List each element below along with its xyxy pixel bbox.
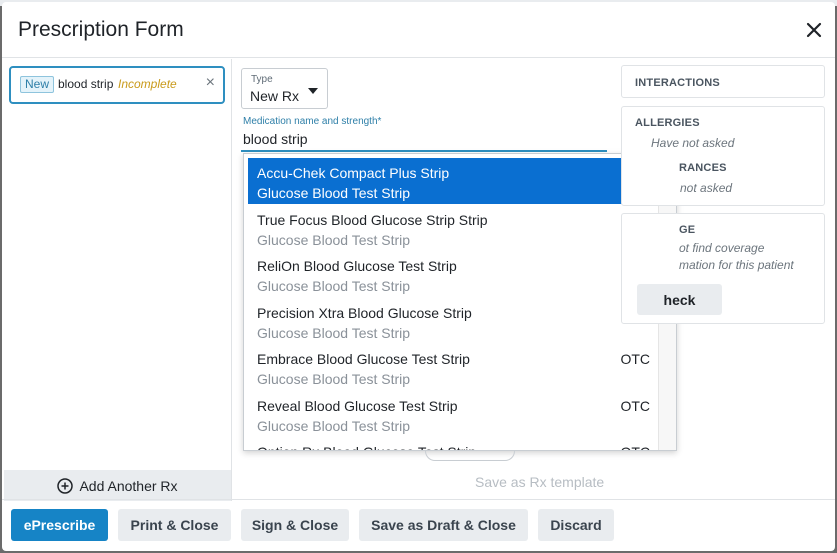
save-rx-template-link[interactable]: Save as Rx template bbox=[475, 474, 604, 490]
medication-input[interactable] bbox=[241, 128, 607, 152]
type-label: Type bbox=[251, 74, 273, 85]
plus-circle-icon bbox=[57, 477, 74, 494]
dropdown-option[interactable]: Embrace Blood Glucose Test Strip Glucose … bbox=[248, 344, 658, 390]
check-coverage-button[interactable]: heck bbox=[637, 284, 722, 315]
modal-title: Prescription Form bbox=[18, 18, 184, 41]
caret-down-icon bbox=[308, 88, 318, 94]
dropdown-option[interactable]: ReliOn Blood Glucose Test Strip Glucose B… bbox=[248, 251, 658, 297]
otc-label: OTC bbox=[620, 351, 650, 367]
discard-button[interactable]: Discard bbox=[538, 509, 614, 541]
close-button[interactable] bbox=[803, 19, 825, 41]
dropdown-option[interactable]: Option Rx Blood Glucose Test StripGlucos… bbox=[248, 437, 658, 450]
option-name: True Focus Blood Glucose Strip Strip bbox=[257, 211, 488, 228]
medication-dropdown: Accu-Chek Compact Plus Strip Glucose Bloo… bbox=[243, 153, 677, 451]
rx-tab-status: Incomplete bbox=[118, 77, 177, 91]
option-name: Option Rx Blood Glucose Test Strip bbox=[257, 444, 476, 450]
interactions-panel: INTERACTIONS bbox=[621, 65, 825, 98]
coverage-heading: GE bbox=[679, 224, 696, 236]
otc-label: OTC bbox=[620, 397, 650, 414]
close-icon bbox=[806, 22, 822, 38]
modal-header: Prescription Form bbox=[2, 2, 835, 58]
allergies-value: Have not asked bbox=[651, 136, 735, 150]
coverage-line-1: ot find coverage bbox=[679, 241, 765, 255]
option-name: Reveal Blood Glucose Test Strip bbox=[257, 397, 458, 414]
dropdown-option[interactable]: True Focus Blood Glucose Strip Strip Gluc… bbox=[248, 205, 658, 251]
option-category: Glucose Blood Test Strip bbox=[257, 417, 411, 434]
sign-close-button[interactable]: Sign & Close bbox=[241, 509, 349, 541]
allergies-panel: ALLERGIES Have not asked RANCES not aske… bbox=[621, 106, 825, 206]
rx-list-panel: New blood strip Incomplete × Add Another… bbox=[2, 59, 232, 501]
type-value: New Rx bbox=[250, 88, 300, 104]
interactions-heading: INTERACTIONS bbox=[635, 77, 720, 89]
option-category: Glucose Blood Test Strip bbox=[257, 278, 411, 294]
coverage-line-2: mation for this patient bbox=[679, 258, 794, 272]
save-draft-close-button[interactable]: Save as Draft & Close bbox=[359, 509, 528, 541]
prescription-modal: Prescription Form New blood strip Incomp… bbox=[2, 2, 835, 551]
add-another-rx-button[interactable]: Add Another Rx bbox=[4, 470, 231, 501]
medication-label: Medication name and strength* bbox=[243, 116, 382, 127]
eprescribe-button[interactable]: ePrescribe bbox=[11, 509, 108, 541]
dropdown-option[interactable]: Accu-Chek Compact Plus Strip Glucose Bloo… bbox=[248, 158, 658, 204]
otc-label: OTC bbox=[620, 444, 650, 450]
option-name: Embrace Blood Glucose Test Strip bbox=[257, 351, 470, 367]
option-name: Accu-Chek Compact Plus Strip bbox=[257, 165, 450, 181]
option-name: ReliOn Blood Glucose Test Strip bbox=[257, 258, 457, 274]
option-category: Glucose Blood Test Strip bbox=[257, 371, 411, 387]
rx-tab-name: blood strip bbox=[58, 77, 114, 91]
rx-tab[interactable]: New blood strip Incomplete × bbox=[9, 66, 225, 104]
option-category: Glucose Blood Test Strip bbox=[257, 231, 411, 248]
add-rx-label: Add Another Rx bbox=[79, 477, 178, 494]
option-name: Precision Xtra Blood Glucose Strip bbox=[257, 304, 472, 321]
intolerances-value: not asked bbox=[680, 181, 733, 195]
dropdown-option[interactable]: Reveal Blood Glucose Test Strip Glucose B… bbox=[248, 391, 658, 437]
remove-rx-icon[interactable]: × bbox=[206, 74, 215, 92]
new-badge: New bbox=[20, 76, 55, 93]
dropdown-option[interactable]: Precision Xtra Blood Glucose Strip Glucos… bbox=[248, 298, 658, 344]
print-close-button[interactable]: Print & Close bbox=[118, 509, 231, 541]
allergies-heading: ALLERGIES bbox=[635, 117, 700, 129]
obscured-button bbox=[425, 451, 515, 461]
intolerances-heading: RANCES bbox=[679, 162, 727, 174]
coverage-panel: GE ot find coverage mation for this pati… bbox=[621, 213, 825, 324]
option-category: Glucose Blood Test Strip bbox=[257, 324, 411, 341]
type-select[interactable]: Type New Rx bbox=[241, 68, 328, 109]
modal-footer: ePrescribe Print & Close Sign & Close Sa… bbox=[2, 499, 835, 549]
option-category: Glucose Blood Test Strip bbox=[257, 185, 411, 201]
